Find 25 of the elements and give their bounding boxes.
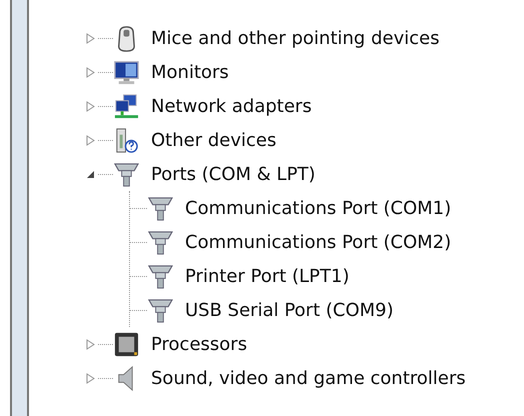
tree-item[interactable]: Monitors [151, 62, 229, 82]
tree-item[interactable]: USB Serial Port (COM9) [185, 300, 394, 320]
expand-arrow-icon[interactable] [86, 32, 94, 44]
port-icon [147, 262, 174, 290]
tree-item[interactable]: Sound, video and game controllers [151, 368, 466, 388]
tree-item[interactable]: Network adapters [151, 96, 312, 116]
expand-arrow-icon[interactable] [86, 134, 94, 146]
port-icon [147, 296, 174, 324]
network-icon [113, 92, 140, 120]
port-icon [147, 228, 174, 256]
expand-arrow-icon[interactable] [86, 372, 94, 384]
tree-item[interactable]: Processors [151, 334, 248, 354]
collapse-arrow-icon[interactable] [86, 170, 94, 178]
expand-arrow-icon[interactable] [86, 66, 94, 78]
tree-item[interactable]: Printer Port (LPT1) [185, 266, 350, 286]
tree-item[interactable]: Ports (COM & LPT) [151, 164, 316, 184]
port-icon [113, 160, 140, 188]
tree-item[interactable]: Other devices [151, 130, 276, 150]
tree-item[interactable]: Communications Port (COM2) [185, 232, 452, 252]
expand-arrow-icon[interactable] [86, 338, 94, 350]
port-icon [147, 194, 174, 222]
tree-item[interactable]: Communications Port (COM1) [185, 198, 452, 218]
processor-icon [113, 330, 140, 358]
tree-item[interactable]: Mice and other pointing devices [151, 28, 440, 48]
expand-arrow-icon[interactable] [86, 100, 94, 112]
